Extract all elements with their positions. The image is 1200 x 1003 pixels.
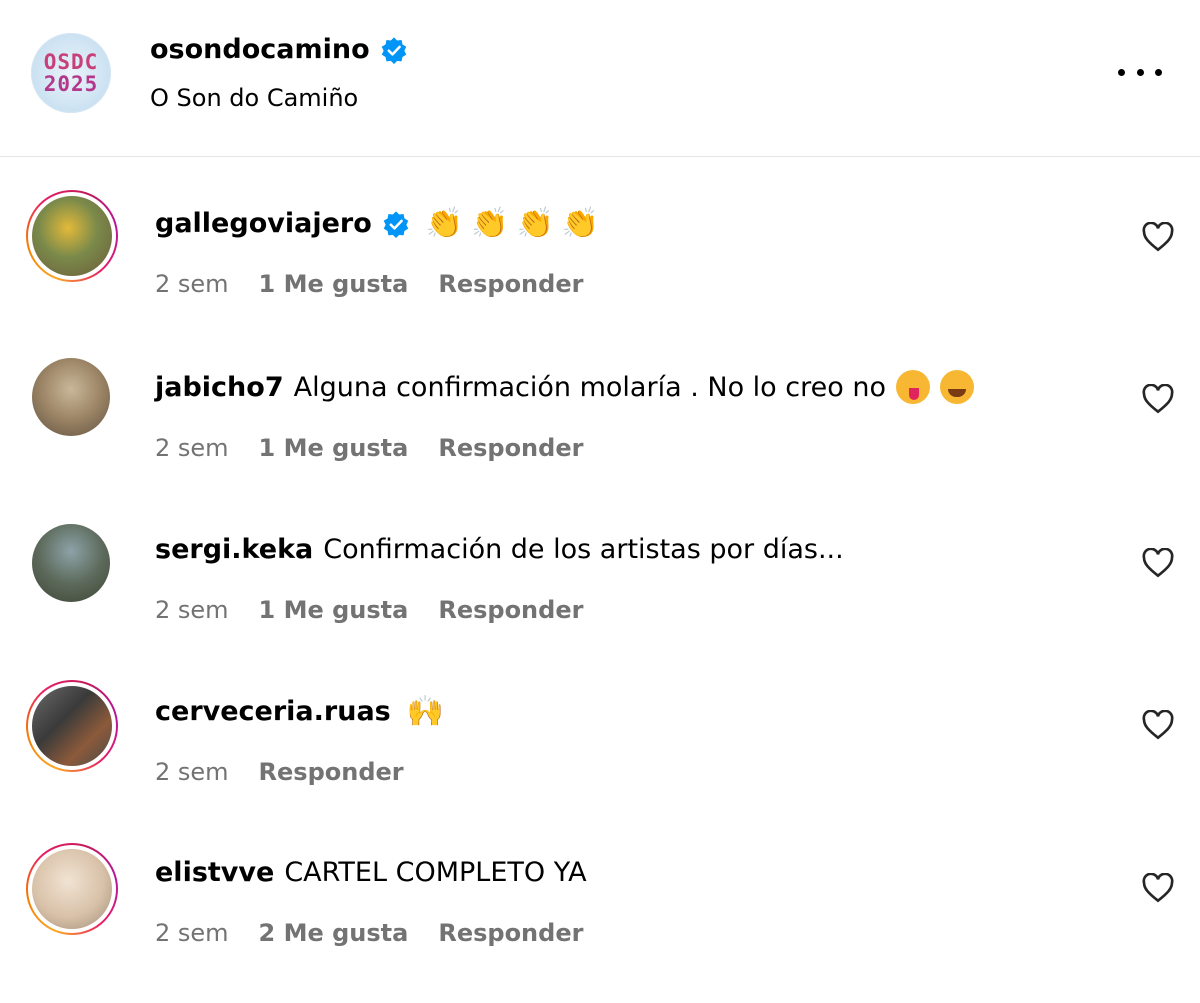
heart-icon[interactable] — [1142, 384, 1174, 414]
commenter-avatar[interactable] — [26, 680, 118, 772]
reply-button[interactable]: Responder — [438, 596, 583, 624]
comment-meta: 2 sem Responder — [155, 758, 404, 786]
comment-item: sergi.keka Confirmación de los artistas … — [0, 518, 1200, 678]
avatar-text-line2: 2025 — [43, 72, 99, 96]
comment-username[interactable]: sergi.keka — [155, 534, 313, 565]
reply-button[interactable]: Responder — [438, 270, 583, 298]
comment-username[interactable]: jabicho7 — [155, 372, 284, 403]
avatar-text-line1: OSDC — [43, 50, 99, 74]
comment-line: elistvve CARTEL COMPLETO YA — [155, 857, 587, 888]
reply-button[interactable]: Responder — [438, 919, 583, 947]
comment-likes[interactable]: 1 Me gusta — [259, 596, 409, 624]
winking-face-tongue-emoji — [895, 370, 930, 404]
comment-text: Confirmación de los artistas por días... — [323, 534, 844, 565]
comment-text: Alguna confirmación molaría . No lo creo… — [293, 371, 886, 403]
comment-text: CARTEL COMPLETO YA — [284, 857, 587, 888]
account-avatar[interactable]: OSDC 2025 — [31, 33, 111, 113]
partying-face-emoji — [939, 370, 974, 404]
comment-meta: 2 sem 1 Me gusta Responder — [155, 434, 583, 462]
commenter-avatar[interactable] — [32, 358, 110, 436]
verified-badge-icon — [383, 210, 409, 238]
more-options-icon[interactable] — [1118, 58, 1162, 86]
heart-icon[interactable] — [1142, 710, 1174, 740]
commenter-avatar[interactable] — [32, 524, 110, 602]
heart-icon[interactable] — [1142, 548, 1174, 578]
comment-likes[interactable]: 1 Me gusta — [259, 270, 409, 298]
comment-line: sergi.keka Confirmación de los artistas … — [155, 534, 844, 565]
comment-time[interactable]: 2 sem — [155, 596, 229, 624]
comment-item: cerveceria.ruas 🙌 2 sem Responder — [0, 680, 1200, 840]
comment-line: gallegoviajero 👏👏👏👏 — [155, 208, 607, 239]
account-location[interactable]: O Son do Camiño — [150, 84, 358, 112]
comment-meta: 2 sem 1 Me gusta Responder — [155, 270, 583, 298]
commenter-avatar[interactable] — [26, 190, 118, 282]
comment-username[interactable]: elistvve — [155, 857, 274, 888]
account-name-row: osondocamino — [150, 34, 408, 65]
comment-time[interactable]: 2 sem — [155, 758, 229, 786]
comment-item: elistvve CARTEL COMPLETO YA 2 sem 2 Me g… — [0, 843, 1200, 1003]
comment-likes[interactable]: 2 Me gusta — [259, 919, 409, 947]
reply-button[interactable]: Responder — [438, 434, 583, 462]
comment-item: gallegoviajero 👏👏👏👏 2 sem 1 Me gusta Res… — [0, 190, 1200, 350]
comment-line: cerveceria.ruas 🙌 — [155, 696, 444, 727]
clapping-hands-emoji: 👏👏👏👏 — [425, 205, 608, 241]
comment-item: jabicho7 Alguna confirmación molaría . N… — [0, 354, 1200, 514]
commenter-avatar[interactable] — [26, 843, 118, 935]
comment-meta: 2 sem 1 Me gusta Responder — [155, 596, 583, 624]
post-header: OSDC 2025 osondocamino O Son do Camiño — [0, 0, 1200, 157]
reply-button[interactable]: Responder — [259, 758, 404, 786]
raising-hands-emoji: 🙌 — [406, 693, 445, 729]
account-username[interactable]: osondocamino — [150, 34, 370, 65]
heart-icon[interactable] — [1142, 873, 1174, 903]
comment-meta: 2 sem 2 Me gusta Responder — [155, 919, 583, 947]
comment-time[interactable]: 2 sem — [155, 919, 229, 947]
comment-line: jabicho7 Alguna confirmación molaría . N… — [155, 370, 974, 404]
comment-time[interactable]: 2 sem — [155, 270, 229, 298]
comment-likes[interactable]: 1 Me gusta — [259, 434, 409, 462]
comment-username[interactable]: gallegoviajero — [155, 208, 372, 239]
heart-icon[interactable] — [1142, 222, 1174, 252]
verified-badge-icon — [381, 36, 406, 64]
comment-time[interactable]: 2 sem — [155, 434, 229, 462]
comment-username[interactable]: cerveceria.ruas — [155, 696, 391, 727]
